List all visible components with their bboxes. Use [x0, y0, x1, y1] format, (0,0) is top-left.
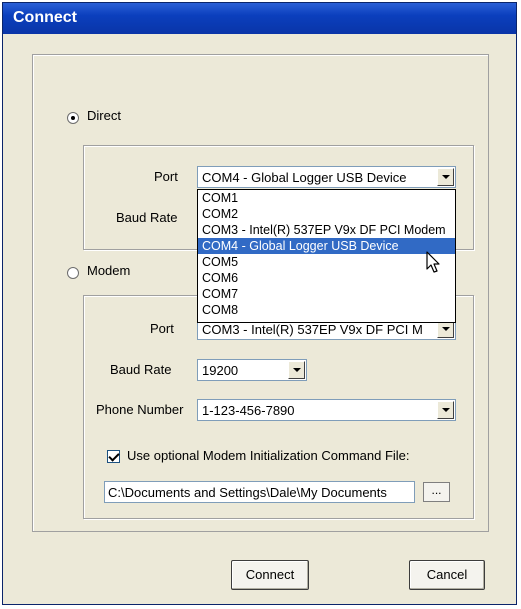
modem-radio[interactable]: [67, 267, 79, 279]
direct-radio-label[interactable]: Direct: [87, 108, 121, 123]
port-dropdown-list[interactable]: COM1 COM2 COM3 - Intel(R) 537EP V9x DF P…: [197, 189, 456, 323]
modem-baud-value: 19200: [202, 363, 239, 378]
init-file-path-value: C:\Documents and Settings\Dale\My Docume…: [108, 485, 387, 500]
phone-number-value: 1-123-456-7890: [202, 403, 295, 418]
port-option-com6[interactable]: COM6: [198, 270, 455, 286]
direct-port-select[interactable]: COM4 - Global Logger USB Device: [197, 166, 456, 188]
chevron-down-icon: [442, 175, 450, 179]
mouse-pointer-icon: [426, 251, 440, 273]
connect-dialog: Connect Direct Port COM4 - Global Logger…: [2, 2, 517, 605]
connect-button[interactable]: Connect: [231, 560, 309, 590]
modem-baud-label: Baud Rate: [110, 362, 172, 377]
port-option-com1[interactable]: COM1: [198, 190, 455, 206]
init-file-label[interactable]: Use optional Modem Initialization Comman…: [127, 448, 410, 463]
chevron-down-icon: [293, 368, 301, 372]
port-option-com5[interactable]: COM5: [198, 254, 455, 270]
port-option-com4[interactable]: COM4 - Global Logger USB Device: [198, 238, 455, 254]
modem-port-value: COM3 - Intel(R) 537EP V9x DF PCI M: [202, 322, 423, 337]
phone-number-label: Phone Number: [96, 402, 184, 417]
cancel-button[interactable]: Cancel: [409, 560, 485, 590]
port-option-com8[interactable]: COM8: [198, 302, 455, 318]
direct-baud-label: Baud Rate: [116, 210, 178, 225]
port-option-com7[interactable]: COM7: [198, 286, 455, 302]
direct-port-label: Port: [154, 169, 178, 184]
port-option-com2[interactable]: COM2: [198, 206, 455, 222]
browse-button[interactable]: ...: [423, 482, 450, 502]
direct-port-dropdown-button[interactable]: [437, 168, 454, 186]
title-bar[interactable]: Connect: [3, 3, 516, 34]
phone-number-select[interactable]: 1-123-456-7890: [197, 399, 456, 421]
modem-radio-label[interactable]: Modem: [87, 263, 130, 278]
modem-baud-dropdown-button[interactable]: [288, 361, 305, 379]
checkmark-icon: [108, 450, 120, 462]
port-option-com3[interactable]: COM3 - Intel(R) 537EP V9x DF PCI Modem: [198, 222, 455, 238]
phone-number-dropdown-button[interactable]: [437, 401, 454, 419]
direct-port-value: COM4 - Global Logger USB Device: [202, 170, 407, 185]
init-file-path-input[interactable]: C:\Documents and Settings\Dale\My Docume…: [104, 481, 415, 503]
direct-radio[interactable]: [67, 112, 79, 124]
chevron-down-icon: [442, 408, 450, 412]
window-title: Connect: [13, 9, 77, 26]
init-file-checkbox[interactable]: [107, 450, 120, 463]
modem-baud-select[interactable]: 19200: [197, 359, 307, 381]
chevron-down-icon: [442, 327, 450, 331]
modem-port-label: Port: [150, 321, 174, 336]
